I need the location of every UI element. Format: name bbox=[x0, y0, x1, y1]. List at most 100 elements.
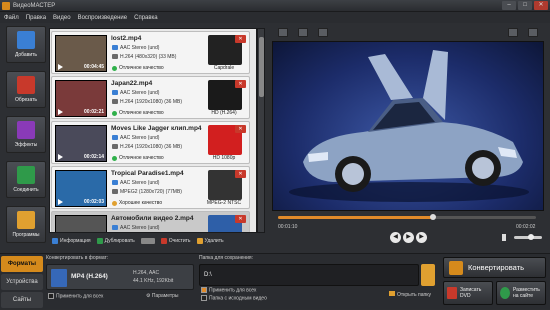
app-window: ВидеоМАСТЕР – □ ✕ Файл Правка Видео Восп… bbox=[0, 0, 550, 309]
play-thumb-icon[interactable] bbox=[58, 199, 63, 205]
apply-all-save[interactable]: Применить для всех bbox=[201, 287, 256, 293]
snapshot-icon[interactable] bbox=[508, 28, 518, 37]
crop-icon[interactable] bbox=[278, 28, 288, 37]
video-thumbnail[interactable]: 00:02:03 bbox=[55, 170, 107, 207]
play-button[interactable]: ▶ bbox=[403, 232, 414, 243]
file-row[interactable]: 00:02:09 Автомобили видео 2.mp4 AAC Ster… bbox=[51, 211, 250, 232]
file-duration: 00:04:45 bbox=[83, 64, 104, 70]
apply-all-checkbox[interactable] bbox=[48, 293, 54, 299]
player-toolbar bbox=[272, 27, 548, 39]
file-duration: 00:02:03 bbox=[83, 199, 104, 205]
maximize-button[interactable]: □ bbox=[518, 1, 532, 10]
remove-file-button[interactable]: ✕ bbox=[235, 215, 246, 223]
volume-knob[interactable] bbox=[527, 234, 534, 240]
minimize-button[interactable]: – bbox=[502, 1, 516, 10]
file-row[interactable]: 00:02:14 Moves Like Jagger клип.mp4 AAC … bbox=[51, 121, 250, 164]
tab-devices[interactable]: Устройства bbox=[1, 274, 43, 290]
video-thumbnail[interactable]: 00:02:09 bbox=[55, 215, 107, 232]
burn-dvd-button[interactable]: Записать DVD bbox=[443, 281, 493, 305]
output-format-label: HD 1080p bbox=[212, 155, 236, 161]
convert-label: Конвертировать bbox=[468, 263, 524, 272]
view-toggle[interactable] bbox=[140, 238, 155, 244]
remove-file-button[interactable]: ✕ bbox=[235, 170, 246, 178]
format-name: MP4 (H.264) bbox=[71, 273, 108, 280]
menu-playback[interactable]: Воспроизведение bbox=[78, 15, 128, 21]
file-video: MPEG2 (1280x720) (77MB) bbox=[120, 189, 182, 195]
apply-all-convert[interactable]: Применить для всех bbox=[48, 293, 103, 299]
sidebar-effects-button[interactable]: Эффекты bbox=[6, 116, 46, 153]
convert-button[interactable]: Конвертировать bbox=[443, 257, 546, 278]
seek-fill bbox=[278, 216, 433, 219]
sidebar-label: Программы bbox=[12, 232, 40, 238]
upload-site-button[interactable]: Разместить на сайте bbox=[496, 281, 546, 305]
video-thumbnail[interactable]: 00:02:21 bbox=[55, 80, 107, 117]
scroll-thumb[interactable] bbox=[259, 37, 264, 97]
add-file-icon bbox=[17, 31, 35, 49]
sidebar-join-button[interactable]: Соединить bbox=[6, 161, 46, 198]
brightness-icon[interactable] bbox=[318, 28, 328, 37]
play-thumb-icon[interactable] bbox=[58, 64, 63, 70]
join-icon bbox=[17, 166, 35, 184]
save-path-input[interactable]: D:\ bbox=[199, 264, 419, 286]
video-thumbnail[interactable]: 00:04:45 bbox=[55, 35, 107, 72]
sidebar-trim-button[interactable]: Обрезать bbox=[6, 71, 46, 108]
tab-formats[interactable]: Форматы bbox=[1, 256, 43, 272]
audio-icon bbox=[112, 135, 118, 140]
clear-button[interactable]: Очистить bbox=[160, 238, 191, 244]
clear-icon bbox=[160, 238, 167, 244]
seek-bar[interactable] bbox=[278, 214, 536, 220]
play-thumb-icon[interactable] bbox=[58, 154, 63, 160]
quality-indicator-icon bbox=[112, 200, 117, 206]
fullscreen-icon[interactable] bbox=[528, 28, 538, 37]
menu-file[interactable]: Файл bbox=[4, 15, 19, 21]
duplicate-button[interactable]: Дублировать bbox=[96, 238, 135, 244]
title-bar: ВидеоМАСТЕР – □ ✕ bbox=[0, 0, 550, 12]
output-format-label: Capdrale bbox=[213, 65, 235, 71]
file-row[interactable]: 00:04:45 lost2.mp4 AAC Stereo (und) H.26… bbox=[51, 31, 250, 74]
sidebar-add-button[interactable]: Добавить bbox=[6, 26, 46, 63]
clear-label: Очистить bbox=[168, 238, 191, 244]
remove-file-button[interactable]: ✕ bbox=[235, 80, 246, 88]
rotate-icon[interactable] bbox=[298, 28, 308, 37]
window-title: ВидеоМАСТЕР bbox=[13, 2, 56, 9]
file-row[interactable]: 00:02:03 Tropical Paradise1.mp4 AAC Ster… bbox=[51, 166, 250, 209]
info-button[interactable]: Информация bbox=[52, 238, 91, 244]
source-folder-option[interactable]: Папка с исходным видео bbox=[201, 295, 267, 301]
format-selector[interactable]: MP4 (H.264) H.264, AAC 44.1 KHz, 192Kbit bbox=[46, 264, 194, 290]
delete-button[interactable]: Удалить bbox=[196, 238, 224, 244]
output-format-label: MPEG-2 NTSC bbox=[206, 200, 242, 206]
tab-sites[interactable]: Сайты bbox=[1, 292, 43, 308]
file-row[interactable]: 00:02:21 Japan22.mp4 AAC Stereo (und) H.… bbox=[51, 76, 250, 119]
volume-icon[interactable] bbox=[502, 234, 510, 241]
folder-icon bbox=[389, 291, 395, 296]
browse-folder-button[interactable] bbox=[421, 264, 435, 286]
close-button[interactable]: ✕ bbox=[534, 1, 548, 10]
sidebar-label: Соединить bbox=[13, 187, 39, 193]
globe-icon bbox=[500, 287, 510, 299]
video-preview[interactable] bbox=[272, 41, 544, 211]
menu-video[interactable]: Видео bbox=[53, 15, 71, 21]
source-folder-checkbox[interactable] bbox=[201, 295, 207, 301]
menu-edit[interactable]: Правка bbox=[26, 15, 46, 21]
effects-icon bbox=[17, 121, 35, 139]
bottom-tabs: Форматы Устройства Сайты bbox=[1, 256, 43, 310]
file-name: lost2.mp4 bbox=[111, 35, 142, 42]
seek-knob[interactable] bbox=[429, 214, 436, 220]
params-button[interactable]: ⚙ Параметры bbox=[146, 293, 179, 299]
remove-file-button[interactable]: ✕ bbox=[235, 125, 246, 133]
file-audio: AAC Stereo (und) bbox=[120, 180, 160, 186]
menu-help[interactable]: Справка bbox=[134, 15, 158, 21]
prev-button[interactable]: ◀ bbox=[390, 232, 401, 243]
apply-all-save-checkbox[interactable] bbox=[201, 287, 207, 293]
remove-file-button[interactable]: ✕ bbox=[235, 35, 246, 43]
sidebar-programs-button[interactable]: Программы bbox=[6, 206, 46, 243]
open-folder-button[interactable]: Открыть папку bbox=[389, 291, 431, 298]
file-quality: Отличное качество bbox=[112, 65, 164, 71]
file-audio: AAC Stereo (und) bbox=[120, 45, 160, 51]
volume-slider[interactable] bbox=[514, 234, 542, 240]
file-list-scrollbar[interactable] bbox=[257, 28, 265, 233]
next-button[interactable]: ▶ bbox=[416, 232, 427, 243]
video-thumbnail[interactable]: 00:02:14 bbox=[55, 125, 107, 162]
sidebar-label: Обрезать bbox=[14, 97, 38, 103]
play-thumb-icon[interactable] bbox=[58, 109, 63, 115]
